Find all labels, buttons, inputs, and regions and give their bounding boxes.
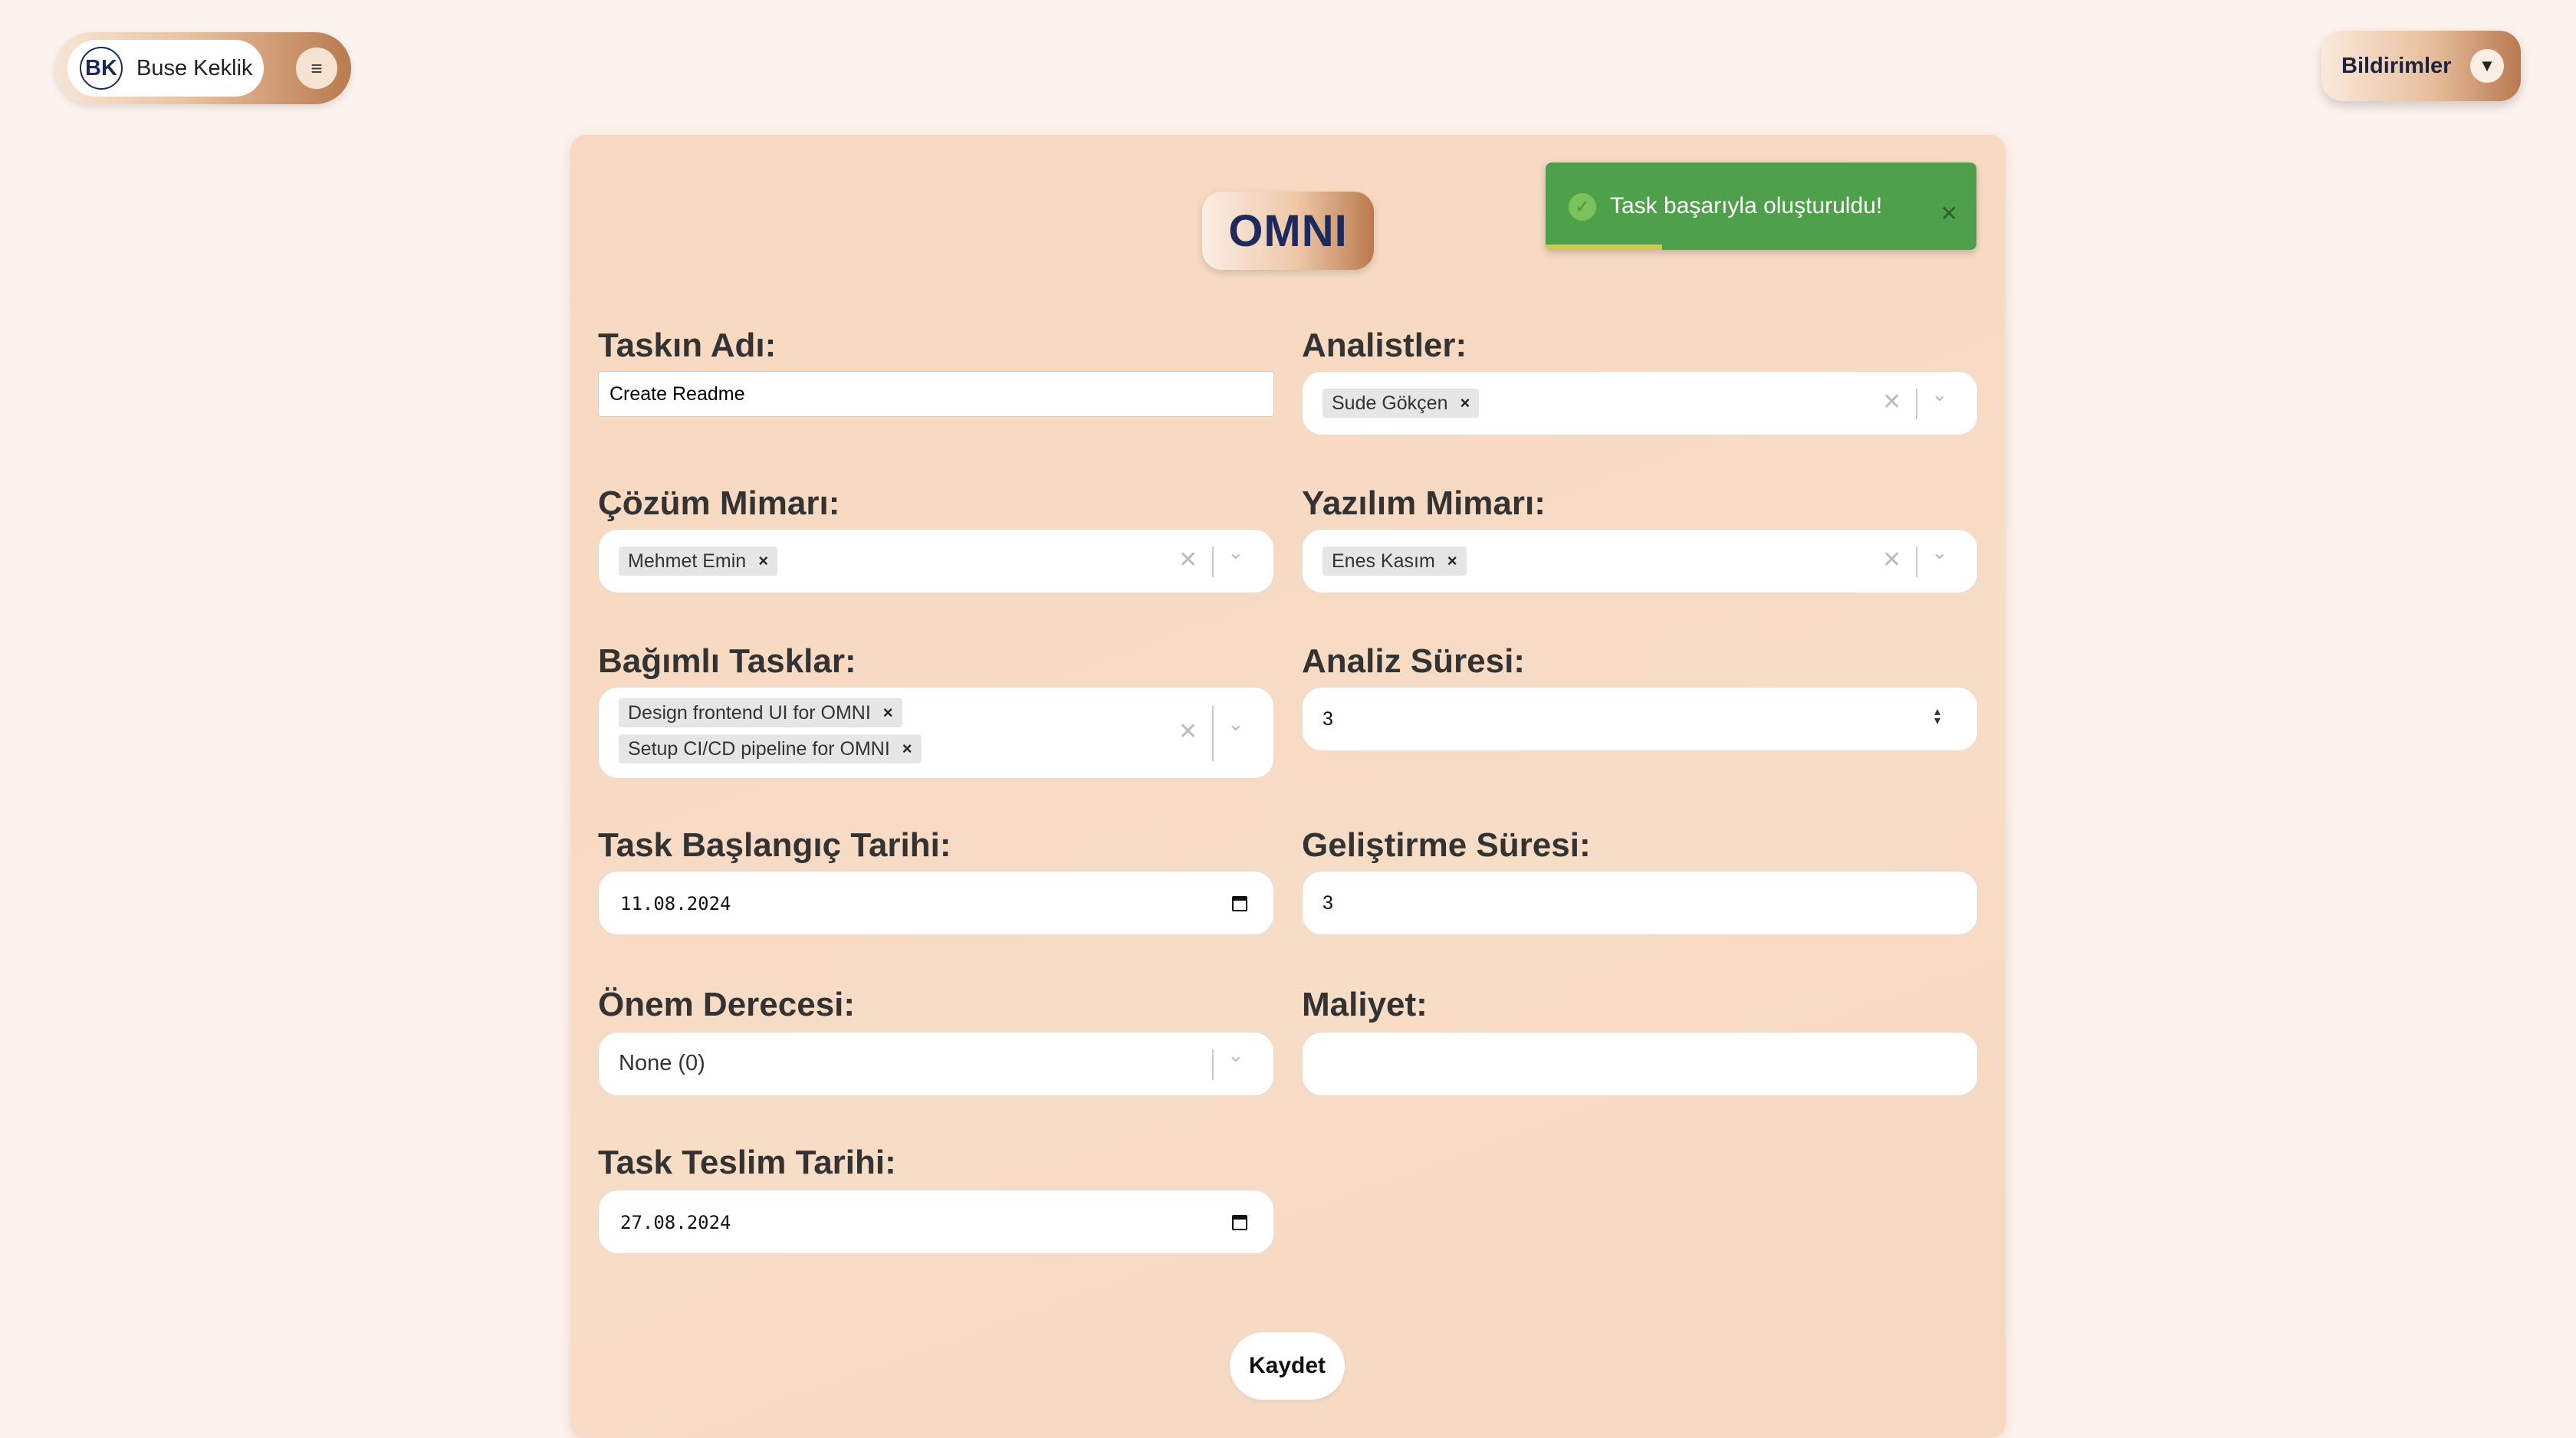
analysts-label: Analistler:: [1302, 327, 1467, 364]
divider: [1212, 1049, 1214, 1080]
calendar-icon[interactable]: [1232, 1215, 1247, 1230]
cost-input[interactable]: [1302, 1032, 1978, 1096]
save-button[interactable]: Kaydet: [1230, 1332, 1345, 1400]
task-name-input[interactable]: Create Readme: [598, 371, 1274, 417]
tag-label: Design frontend UI for OMNI: [628, 701, 871, 724]
chevron-down-icon[interactable]: ⌄: [1931, 382, 1948, 406]
tag-label: Sude Gökçen: [1332, 392, 1448, 414]
close-icon[interactable]: ✕: [1940, 201, 1958, 226]
remove-tag-icon[interactable]: ×: [758, 551, 768, 571]
analysis-duration-input[interactable]: 3 ▴ ▾: [1302, 687, 1978, 751]
priority-select[interactable]: None (0) ⌄: [598, 1032, 1274, 1096]
dependent-tasks-label: Bağımlı Tasklar:: [598, 642, 856, 680]
analysts-select[interactable]: Sude Gökçen × ✕ ⌄: [1302, 371, 1978, 435]
notifications-label: Bildirimler: [2341, 53, 2452, 78]
remove-tag-icon[interactable]: ×: [1447, 551, 1457, 571]
analyst-tag: Sude Gökçen ×: [1322, 389, 1480, 418]
chevron-down-icon[interactable]: ⌄: [1931, 540, 1948, 564]
clear-icon[interactable]: ✕: [1178, 718, 1198, 745]
remove-tag-icon[interactable]: ×: [1460, 393, 1470, 413]
user-name: Buse Keklik: [136, 55, 253, 80]
software-architect-select[interactable]: Enes Kasım × ✕ ⌄: [1302, 529, 1978, 593]
toast-message: Task başarıyla oluşturuldu!: [1610, 193, 1883, 218]
notifications-button[interactable]: Bildirimler ▼: [2321, 31, 2521, 101]
solution-architect-label: Çözüm Mimarı:: [598, 484, 840, 522]
tag-label: Enes Kasım: [1332, 550, 1435, 572]
dependent-tasks-select[interactable]: Design frontend UI for OMNI × Setup CI/C…: [598, 687, 1274, 779]
divider: [1212, 706, 1214, 761]
app-logo: OMNI: [1202, 192, 1374, 270]
avatar: BK: [80, 47, 123, 90]
start-date-label: Task Başlangıç Tarihi:: [598, 826, 951, 864]
divider: [1212, 547, 1214, 577]
analysis-duration-label: Analiz Süresi:: [1302, 642, 1525, 680]
remove-tag-icon[interactable]: ×: [902, 739, 912, 759]
dependent-task-tag: Setup CI/CD pipeline for OMNI ×: [619, 734, 922, 763]
chevron-down-icon[interactable]: ⌄: [1227, 712, 1244, 736]
chevron-down-icon[interactable]: ▼: [2470, 49, 2504, 83]
divider: [1916, 389, 1917, 419]
check-circle-icon: ✓: [1569, 193, 1596, 221]
clear-icon[interactable]: ✕: [1882, 547, 1901, 573]
menu-icon[interactable]: ≡: [296, 48, 337, 89]
calendar-icon[interactable]: [1232, 896, 1247, 911]
software-architect-tag: Enes Kasım ×: [1322, 547, 1467, 576]
priority-label: Önem Derecesi:: [598, 986, 856, 1023]
clear-icon[interactable]: ✕: [1178, 547, 1198, 573]
dev-duration-value: 3: [1322, 892, 1333, 914]
dependent-task-tag: Design frontend UI for OMNI ×: [619, 698, 902, 727]
solution-architect-tag: Mehmet Emin ×: [619, 547, 778, 576]
remove-tag-icon[interactable]: ×: [883, 703, 893, 723]
user-profile-pill: BK Buse Keklik ≡: [55, 32, 351, 104]
success-toast: ✓ Task başarıyla oluşturuldu! ✕: [1546, 163, 1976, 250]
divider: [1916, 547, 1917, 577]
task-form-card: OMNI ✓ Task başarıyla oluşturuldu! ✕ Tas…: [570, 135, 2006, 1438]
dev-duration-input[interactable]: 3: [1302, 871, 1978, 935]
toast-progress-bar: [1546, 245, 1662, 250]
dev-duration-label: Geliştirme Süresi:: [1302, 826, 1591, 864]
cost-label: Maliyet:: [1302, 986, 1428, 1023]
chevron-down-icon[interactable]: ⌄: [1227, 540, 1244, 564]
start-date-value: 11.08.2024: [620, 893, 731, 914]
due-date-input[interactable]: 27.08.2024: [598, 1190, 1274, 1254]
priority-value: None (0): [619, 1051, 705, 1075]
chevron-down-icon[interactable]: ⌄: [1227, 1043, 1244, 1067]
task-name-label: Taskın Adı:: [598, 327, 777, 364]
user-chip[interactable]: BK Buse Keklik: [67, 40, 264, 97]
start-date-input[interactable]: 11.08.2024: [598, 871, 1274, 935]
clear-icon[interactable]: ✕: [1882, 389, 1901, 415]
tag-label: Mehmet Emin: [628, 550, 747, 572]
due-date-label: Task Teslim Tarihi:: [598, 1144, 896, 1181]
stepper-icon[interactable]: ▴ ▾: [1934, 706, 1940, 727]
solution-architect-select[interactable]: Mehmet Emin × ✕ ⌄: [598, 529, 1274, 593]
software-architect-label: Yazılım Mimarı:: [1302, 484, 1546, 522]
due-date-value: 27.08.2024: [620, 1212, 731, 1233]
analysis-duration-value: 3: [1322, 708, 1333, 730]
tag-label: Setup CI/CD pipeline for OMNI: [628, 737, 890, 760]
